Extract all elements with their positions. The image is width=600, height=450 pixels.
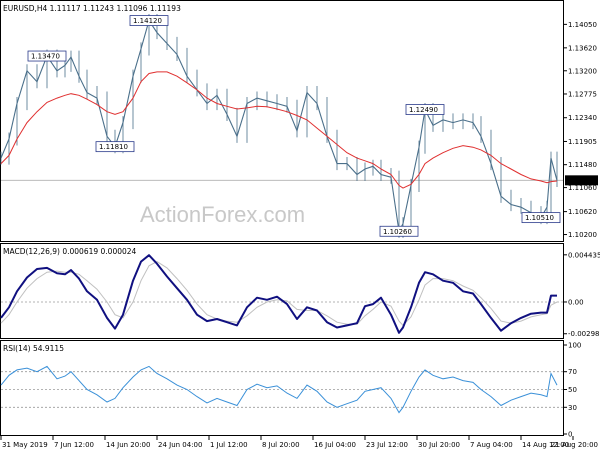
- rsi-tick-label: 0: [568, 431, 572, 439]
- chart-svg: EURUSD,H4 1.11117 1.11243 1.11096 1.1119…: [0, 0, 600, 449]
- rsi-plot: [0, 365, 563, 414]
- rsi-tick-label: 30: [568, 404, 577, 412]
- annotation-label: 1.14120: [133, 17, 162, 25]
- macd-tick-label: -0.002988: [568, 330, 600, 338]
- x-tick-label: 24 Jun 04:00: [158, 441, 202, 449]
- x-axis: 31 May 2019 7 Jun 12:00 14 Jun 20:00 24 Jun…: [0, 436, 598, 449]
- annotation-label: 1.10510: [525, 214, 554, 222]
- rsi-tick-label: 100: [568, 342, 581, 350]
- annotation-label: 1.11810: [99, 143, 128, 151]
- macd-title: MACD(12,26,9) 0.000619 0.000024: [3, 247, 137, 256]
- price-tick-label: 1.12775: [568, 90, 597, 98]
- macd-plot: [0, 254, 563, 334]
- y-axis: 1.14050 1.13620 1.13200 1.12775 1.12340 1.119…: [563, 21, 600, 439]
- macd-tick-label: 0.004435: [568, 251, 600, 259]
- moving-average-line: [0, 71, 558, 189]
- price-tick-label: 1.14050: [568, 21, 597, 29]
- rsi-tick-label: 70: [568, 368, 577, 376]
- x-tick-label: 7 Aug 04:00: [470, 441, 513, 449]
- annotation-label: 1.12490: [409, 106, 438, 114]
- annotation-label: 1.10260: [383, 228, 412, 236]
- price-tick-label: 1.13620: [568, 44, 597, 52]
- price-tick-label: 1.11480: [568, 161, 597, 169]
- price-tick-label: 1.11905: [568, 138, 597, 146]
- rsi-tick-label: 50: [568, 386, 577, 394]
- rsi-title: RSI(14) 54.9115: [3, 344, 64, 353]
- macd-line: [0, 254, 557, 334]
- x-tick-label: 30 Jul 20:00: [418, 441, 460, 449]
- macd-panel-frame: [0, 243, 564, 339]
- watermark: ActionForex.com: [140, 202, 305, 227]
- price-series-line: [0, 19, 558, 234]
- price-tick-label: 1.10620: [568, 208, 597, 216]
- x-tick-label: 23 Jul 12:00: [366, 441, 408, 449]
- price-tick-label: 1.12340: [568, 114, 597, 122]
- price-tick-label: 1.10200: [568, 231, 597, 239]
- x-tick-label: 31 May 2019: [2, 441, 48, 449]
- x-tick-label: 8 Jul 20:00: [262, 441, 300, 449]
- current-price-label: 1.11193: [567, 177, 596, 185]
- x-tick-label: 1 Jul 12:00: [210, 441, 248, 449]
- price-title: EURUSD,H4 1.11117 1.11243 1.11096 1.1119…: [3, 4, 181, 13]
- x-tick-label: 7 Jun 12:00: [54, 441, 94, 449]
- x-tick-label: 16 Jul 04:00: [314, 441, 356, 449]
- annotation-label: 1.13470: [31, 53, 60, 61]
- x-tick-label: 21 Aug 20:00: [551, 441, 598, 449]
- price-tick-label: 1.13200: [568, 67, 597, 75]
- x-tick-label: 14 Jun 20:00: [106, 441, 150, 449]
- macd-tick-label: 0.00: [568, 298, 584, 306]
